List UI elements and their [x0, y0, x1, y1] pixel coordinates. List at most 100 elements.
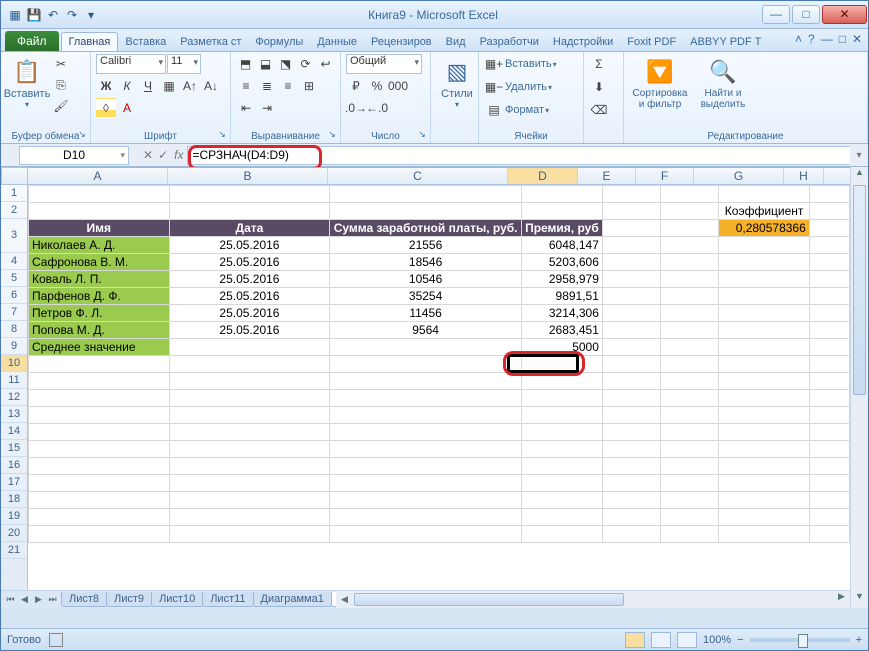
sort-filter-button[interactable]: 🔽 Сортировка и фильтр: [629, 54, 691, 112]
format-cells-label[interactable]: Формат: [505, 104, 544, 116]
row-header-8[interactable]: 8: [1, 321, 27, 338]
font-launcher-icon[interactable]: ↘: [216, 129, 228, 141]
macro-record-icon[interactable]: [49, 633, 63, 647]
enter-formula-icon[interactable]: ✓: [158, 148, 168, 162]
formula-input[interactable]: =СРЗНАЧ(D4:D9): [187, 146, 850, 165]
col-header-E[interactable]: E: [578, 168, 636, 184]
percent-icon[interactable]: %: [367, 76, 387, 96]
cells-viewport[interactable]: КоэффициентИмяДатаСумма заработной платы…: [28, 185, 850, 590]
view-normal-button[interactable]: [625, 632, 645, 648]
styles-button[interactable]: ▧ Стили ▾: [436, 54, 478, 111]
delete-cells-label[interactable]: Удалить: [505, 81, 547, 93]
sheet-tab-Лист11[interactable]: Лист11: [202, 592, 253, 607]
formula-expand-icon[interactable]: ▾: [850, 150, 868, 161]
indent-dec-icon[interactable]: ⇤: [236, 98, 256, 118]
cut-icon[interactable]: ✂: [51, 54, 71, 74]
zoom-in-button[interactable]: +: [856, 634, 862, 646]
col-header-D[interactable]: D: [508, 168, 578, 184]
qat-more-icon[interactable]: ▾: [83, 7, 99, 23]
col-header-C[interactable]: C: [328, 168, 508, 184]
fx-icon[interactable]: fx: [174, 148, 183, 162]
row-header-21[interactable]: 21: [1, 542, 27, 559]
row-header-2[interactable]: 2: [1, 202, 27, 219]
tab-foxit[interactable]: Foxit PDF: [620, 33, 683, 51]
dec-decimal-icon[interactable]: ←.0: [367, 98, 387, 118]
delete-cells-icon[interactable]: ▦−: [484, 77, 504, 97]
inc-decimal-icon[interactable]: .0→: [346, 98, 366, 118]
number-launcher-icon[interactable]: ↘: [416, 129, 428, 141]
grow-font-icon[interactable]: A↑: [180, 76, 200, 96]
hscroll-thumb[interactable]: [354, 593, 624, 606]
tab-last-icon[interactable]: ⏭: [46, 594, 59, 605]
italic-button[interactable]: К: [117, 76, 137, 96]
tab-home[interactable]: Главная: [61, 32, 119, 51]
wrap-text-icon[interactable]: ↩: [316, 54, 335, 74]
align-bottom-icon[interactable]: ⬔: [276, 54, 295, 74]
name-box[interactable]: D10: [19, 146, 129, 165]
insert-cells-icon[interactable]: ▦+: [484, 54, 504, 74]
tab-addins[interactable]: Надстройки: [546, 33, 620, 51]
shrink-font-icon[interactable]: A↓: [201, 76, 221, 96]
row-header-1[interactable]: 1: [1, 185, 27, 202]
font-size-combo[interactable]: 11: [167, 54, 201, 74]
tab-insert[interactable]: Вставка: [118, 33, 173, 51]
fill-icon[interactable]: ⬇: [589, 77, 609, 97]
redo-icon[interactable]: ↷: [64, 7, 80, 23]
view-page-break-button[interactable]: [677, 632, 697, 648]
bold-button[interactable]: Ж: [96, 76, 116, 96]
minimize-button[interactable]: —: [762, 5, 790, 24]
autosum-icon[interactable]: Σ: [589, 54, 609, 74]
border-button[interactable]: ▦: [159, 76, 179, 96]
row-header-6[interactable]: 6: [1, 287, 27, 304]
copy-icon[interactable]: ⎘: [51, 75, 71, 95]
underline-button[interactable]: Ч: [138, 76, 158, 96]
comma-icon[interactable]: 000: [388, 76, 408, 96]
tab-data[interactable]: Данные: [310, 33, 364, 51]
col-header-B[interactable]: B: [168, 168, 328, 184]
insert-cells-label[interactable]: Вставить: [505, 58, 552, 70]
tab-developer[interactable]: Разработчи: [473, 33, 546, 51]
row-header-16[interactable]: 16: [1, 457, 27, 474]
tab-first-icon[interactable]: ⏮: [4, 594, 17, 605]
clipboard-launcher-icon[interactable]: ↘: [76, 129, 88, 141]
row-header-17[interactable]: 17: [1, 474, 27, 491]
sheet-tab-Диаграмма1[interactable]: Диаграмма1: [253, 592, 332, 607]
row-header-14[interactable]: 14: [1, 423, 27, 440]
sheet-tab-Лист8[interactable]: Лист8: [61, 592, 107, 607]
scroll-right-icon[interactable]: ▶: [833, 591, 850, 602]
fill-color-button[interactable]: ◊: [96, 98, 116, 118]
row-header-9[interactable]: 9: [1, 338, 27, 355]
row-header-19[interactable]: 19: [1, 508, 27, 525]
doc-restore-icon[interactable]: □: [839, 32, 846, 46]
font-color-button[interactable]: A: [117, 98, 137, 118]
col-header-H[interactable]: H: [784, 168, 824, 184]
align-center-icon[interactable]: ≣: [257, 76, 277, 96]
tab-review[interactable]: Рецензиров: [364, 33, 439, 51]
col-header-A[interactable]: A: [28, 168, 168, 184]
ribbon-minimize-icon[interactable]: ˄: [795, 32, 802, 46]
merge-icon[interactable]: ⊞: [299, 76, 319, 96]
file-tab[interactable]: Файл: [5, 31, 59, 51]
paste-button[interactable]: 📋 Вставить ▾: [6, 54, 48, 111]
select-all-corner[interactable]: [1, 167, 28, 185]
cancel-formula-icon[interactable]: ✕: [143, 148, 153, 162]
row-header-12[interactable]: 12: [1, 389, 27, 406]
format-painter-icon[interactable]: 🖌: [51, 96, 71, 116]
row-header-3[interactable]: 3: [1, 219, 27, 253]
zoom-level[interactable]: 100%: [703, 634, 731, 646]
maximize-button[interactable]: □: [792, 5, 820, 24]
indent-inc-icon[interactable]: ⇥: [257, 98, 277, 118]
scroll-left-icon[interactable]: ◀: [336, 594, 353, 605]
tab-abbyy[interactable]: ABBYY PDF T: [683, 33, 768, 51]
close-button[interactable]: ✕: [822, 5, 867, 24]
align-right-icon[interactable]: ≡: [278, 76, 298, 96]
align-middle-icon[interactable]: ⬓: [256, 54, 275, 74]
row-header-20[interactable]: 20: [1, 525, 27, 542]
save-icon[interactable]: 💾: [26, 7, 42, 23]
row-header-4[interactable]: 4: [1, 253, 27, 270]
row-header-13[interactable]: 13: [1, 406, 27, 423]
undo-icon[interactable]: ↶: [45, 7, 61, 23]
tab-prev-icon[interactable]: ◀: [18, 594, 31, 605]
scroll-down-icon[interactable]: ▼: [851, 591, 868, 608]
tab-view[interactable]: Вид: [439, 33, 473, 51]
